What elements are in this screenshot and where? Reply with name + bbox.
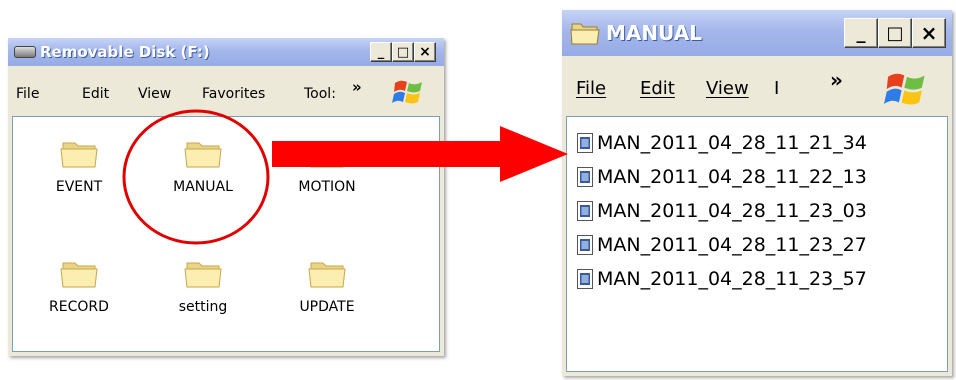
drive-icon xyxy=(14,46,36,58)
file-name: MAN_2011_04_28_11_21_34 xyxy=(597,132,867,154)
file-row[interactable]: MAN_2011_04_28_11_22_13 xyxy=(577,163,867,191)
video-file-icon xyxy=(577,269,593,289)
folder-label: MANUAL xyxy=(173,179,233,195)
folder-motion[interactable]: MOTION xyxy=(277,133,377,195)
left-window-title: Removable Disk (F:) xyxy=(40,43,210,61)
folder-record[interactable]: RECORD xyxy=(29,253,129,315)
folder-setting[interactable]: setting xyxy=(153,253,253,315)
menu-truncated[interactable]: I xyxy=(774,78,779,99)
folder-manual[interactable]: MANUAL xyxy=(153,133,253,195)
chevron-icon[interactable]: » xyxy=(830,68,843,92)
menu-file[interactable]: File xyxy=(16,86,39,102)
maximize-button[interactable]: □ xyxy=(878,18,912,48)
folder-label: RECORD xyxy=(49,299,109,315)
file-name: MAN_2011_04_28_11_23_57 xyxy=(597,268,867,290)
menu-edit[interactable]: Edit xyxy=(82,86,109,102)
folder-icon xyxy=(570,23,600,45)
minimize-button[interactable]: _ xyxy=(844,18,878,48)
maximize-button[interactable]: □ xyxy=(392,42,414,62)
folder-icon xyxy=(184,262,222,288)
windows-logo-icon xyxy=(392,80,422,104)
folder-label: setting xyxy=(178,299,228,315)
folder-icon xyxy=(184,142,222,168)
menu-favorites[interactable]: Favorites xyxy=(202,86,265,102)
menu-file[interactable]: File xyxy=(576,78,606,99)
menu-view[interactable]: View xyxy=(706,78,749,99)
file-name: MAN_2011_04_28_11_23_27 xyxy=(597,234,867,256)
folder-label: UPDATE xyxy=(299,299,355,315)
video-file-icon xyxy=(577,133,593,153)
right-window-title: MANUAL xyxy=(606,21,702,45)
folder-label: MOTION xyxy=(298,179,356,195)
menu-view[interactable]: View xyxy=(138,86,171,102)
close-button[interactable]: × xyxy=(912,18,946,48)
folder-label: EVENT xyxy=(55,179,103,195)
folder-icon xyxy=(308,262,346,288)
minimize-button[interactable]: _ xyxy=(370,42,392,62)
video-file-icon xyxy=(577,201,593,221)
menu-edit[interactable]: Edit xyxy=(640,78,675,99)
video-file-icon xyxy=(577,235,593,255)
file-name: MAN_2011_04_28_11_23_03 xyxy=(597,200,867,222)
file-name: MAN_2011_04_28_11_22_13 xyxy=(597,166,867,188)
right-explorer-window: MANUAL _ □ × File Edit View I » MAN_2011… xyxy=(562,10,952,376)
folder-update[interactable]: UPDATE xyxy=(277,253,377,315)
file-row[interactable]: MAN_2011_04_28_11_23_27 xyxy=(577,231,867,259)
folder-icon xyxy=(60,262,98,288)
folder-icon xyxy=(60,142,98,168)
file-row[interactable]: MAN_2011_04_28_11_23_03 xyxy=(577,197,867,225)
close-button[interactable]: × xyxy=(414,42,436,62)
folder-icon xyxy=(308,142,346,168)
left-menu-bar: File Edit View Favorites Tool: » xyxy=(8,78,444,106)
folder-event[interactable]: EVENT xyxy=(29,133,129,195)
video-file-icon xyxy=(577,167,593,187)
file-row[interactable]: MAN_2011_04_28_11_21_34 xyxy=(577,129,867,157)
left-explorer-window: Removable Disk (F:) _ □ × File Edit View… xyxy=(8,38,444,356)
right-file-list: MAN_2011_04_28_11_21_34 MAN_2011_04_28_1… xyxy=(566,116,948,372)
windows-logo-icon xyxy=(884,73,925,105)
left-folder-view: EVENT MANUAL MOTION RECORD setting UPDAT… xyxy=(12,116,440,352)
file-row[interactable]: MAN_2011_04_28_11_23_57 xyxy=(577,265,867,293)
menu-tools[interactable]: Tool: xyxy=(304,86,336,102)
chevron-icon[interactable]: » xyxy=(352,78,362,96)
